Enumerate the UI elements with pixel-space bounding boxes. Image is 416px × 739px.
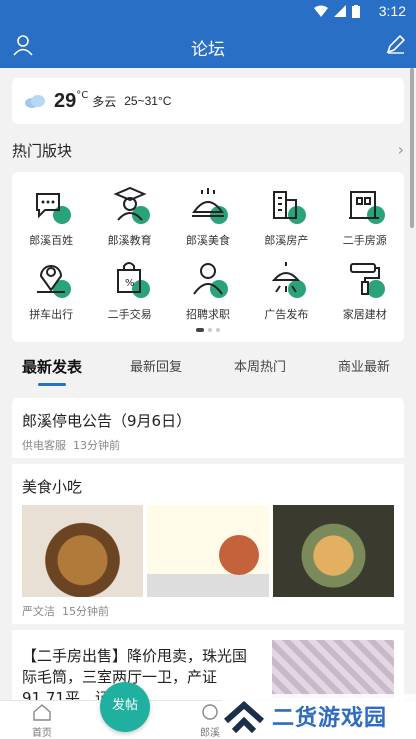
- tab-latest-posts[interactable]: 最新发表: [0, 348, 104, 388]
- post-meta: 供电客服 13分钟前: [12, 431, 404, 453]
- page-title: 论坛: [191, 40, 225, 60]
- weather-card[interactable]: 29 °C 多云 25~31°C: [12, 78, 404, 124]
- board-item[interactable]: 郎溪教育: [90, 184, 168, 248]
- board-label: 郎溪百姓: [29, 234, 74, 247]
- post-image[interactable]: [147, 505, 269, 597]
- weather-unit: °C: [76, 90, 89, 101]
- svg-text:%: %: [125, 278, 135, 289]
- status-time: 3:12: [378, 3, 406, 19]
- bag-icon: %: [108, 258, 152, 302]
- post-tabs: 最新发表 最新回复 本周热门 商业最新: [0, 348, 416, 388]
- food-tray-icon: [186, 184, 230, 228]
- chat-icon: [29, 184, 73, 228]
- hot-boards-header: 热门版块 ›: [12, 140, 404, 162]
- board-item[interactable]: % 二手交易: [90, 258, 168, 322]
- status-icons: [314, 5, 360, 18]
- post-time: 15分钟前: [62, 605, 109, 618]
- page-indicator: [12, 317, 404, 336]
- post-image[interactable]: [22, 505, 144, 597]
- board-label: 郎溪房产: [264, 234, 309, 247]
- board-item[interactable]: 郎溪百姓: [12, 184, 90, 248]
- tab-weekly-hot[interactable]: 本周热门: [208, 348, 312, 388]
- wifi-icon: [314, 5, 328, 17]
- board-item[interactable]: 二手房源: [326, 184, 404, 248]
- board-item[interactable]: 招聘求职: [169, 258, 247, 322]
- board-item[interactable]: 广告发布: [247, 258, 325, 322]
- post-meta: 严文洁 15分钟前: [12, 597, 404, 619]
- board-label: 二手房源: [342, 234, 387, 247]
- post-button[interactable]: 发帖: [100, 682, 150, 732]
- compass-icon: [202, 704, 218, 720]
- post-title: 美食小吃: [22, 478, 83, 496]
- building-icon: [264, 184, 308, 228]
- tab-business-latest[interactable]: 商业最新: [312, 348, 416, 388]
- battery-icon: [352, 5, 360, 18]
- edit-icon[interactable]: [386, 34, 406, 54]
- status-bar: 3:12: [0, 0, 416, 24]
- board-item[interactable]: 郎溪美食: [169, 184, 247, 248]
- signal-icon: [334, 5, 346, 17]
- board-label: 郎溪美食: [185, 234, 230, 247]
- paint-roller-icon: [343, 258, 387, 302]
- board-item[interactable]: 拼车出行: [12, 258, 90, 322]
- scrollbar[interactable]: [410, 68, 414, 228]
- post-image[interactable]: [272, 505, 394, 597]
- nav-home-label: 首页: [32, 728, 52, 739]
- location-icon: [29, 258, 73, 302]
- chevron-up-logo-icon: [224, 700, 264, 733]
- post-author: 供电客服: [22, 439, 66, 452]
- home-icon: [33, 704, 51, 721]
- list-item[interactable]: 美食小吃 严文洁 15分钟前: [12, 464, 404, 624]
- list-item[interactable]: 郎溪停电公告（9月6日） 供电客服 13分钟前: [12, 398, 404, 458]
- chevron-right-icon[interactable]: ›: [398, 140, 404, 159]
- post-images: [12, 497, 404, 597]
- watermark-text: 二货游戏园: [272, 706, 388, 731]
- board-item[interactable]: 家居建材: [326, 258, 404, 322]
- person-icon: [186, 258, 230, 302]
- cloud-icon: [25, 95, 45, 108]
- post-title: 郎溪停电公告（9月6日）: [22, 412, 192, 430]
- weather-range: 25~31°C: [124, 94, 172, 108]
- tab-latest-replies[interactable]: 最新回复: [104, 348, 208, 388]
- boards-card: 郎溪百姓 郎溪教育 郎溪美食 郎溪房产 二手房源 拼车出行 % 二手交易 招聘求: [12, 172, 404, 342]
- list-item[interactable]: 【二手房出售】降价甩卖，珠光国际毛筒，三室两厅一卫，产证91.71平，证满...: [12, 630, 404, 707]
- nav-home[interactable]: 首页: [22, 703, 62, 739]
- house-icon: [343, 184, 387, 228]
- section-title: 热门版块: [12, 142, 73, 160]
- post-button-label: 发帖: [111, 698, 138, 713]
- post-time: 13分钟前: [73, 439, 120, 452]
- broadcast-icon: [264, 258, 308, 302]
- weather-condition: 多云: [92, 94, 117, 109]
- board-label: 郎溪教育: [107, 234, 152, 247]
- board-item[interactable]: 郎溪房产: [247, 184, 325, 248]
- post-thumbnail[interactable]: [272, 640, 394, 698]
- post-author: 严文洁: [22, 605, 55, 618]
- graduate-icon: [108, 184, 152, 228]
- weather-temp: 29: [54, 89, 77, 112]
- app-bar: 论坛: [0, 24, 416, 68]
- watermark: 二货游戏园: [222, 694, 416, 738]
